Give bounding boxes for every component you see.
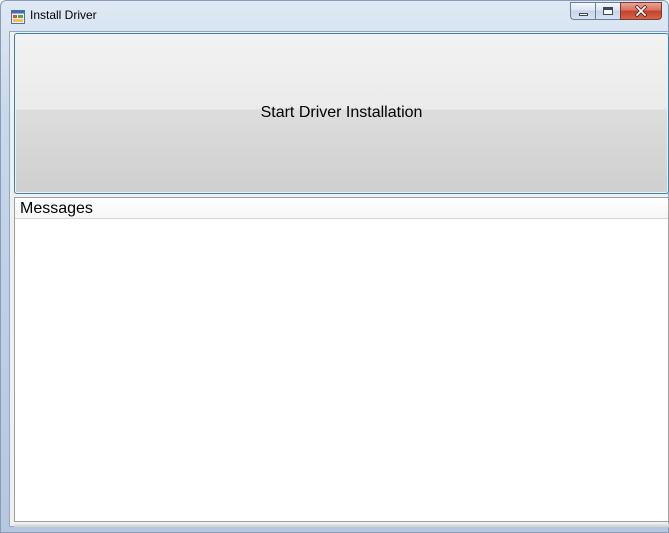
- install-driver-window: Install Driver Start Driver Installation…: [0, 0, 669, 533]
- start-driver-installation-button[interactable]: Start Driver Installation: [14, 33, 669, 194]
- application-window-icon: [11, 10, 25, 24]
- title-bar[interactable]: Install Driver: [1, 1, 668, 31]
- client-area: Start Driver Installation Messages: [9, 31, 669, 527]
- caption-buttons: [570, 2, 662, 21]
- window-title: Install Driver: [30, 8, 97, 22]
- messages-header: Messages: [15, 198, 668, 219]
- status-strip: [14, 524, 669, 527]
- messages-panel[interactable]: Messages: [14, 197, 669, 522]
- maximize-button[interactable]: [595, 2, 620, 20]
- close-button[interactable]: [620, 2, 662, 20]
- minimize-button[interactable]: [570, 2, 595, 20]
- maximize-icon: [603, 7, 613, 15]
- minimize-icon: [579, 13, 588, 16]
- messages-list[interactable]: [15, 219, 668, 521]
- close-icon: [634, 4, 648, 18]
- start-button-label: Start Driver Installation: [260, 104, 423, 121]
